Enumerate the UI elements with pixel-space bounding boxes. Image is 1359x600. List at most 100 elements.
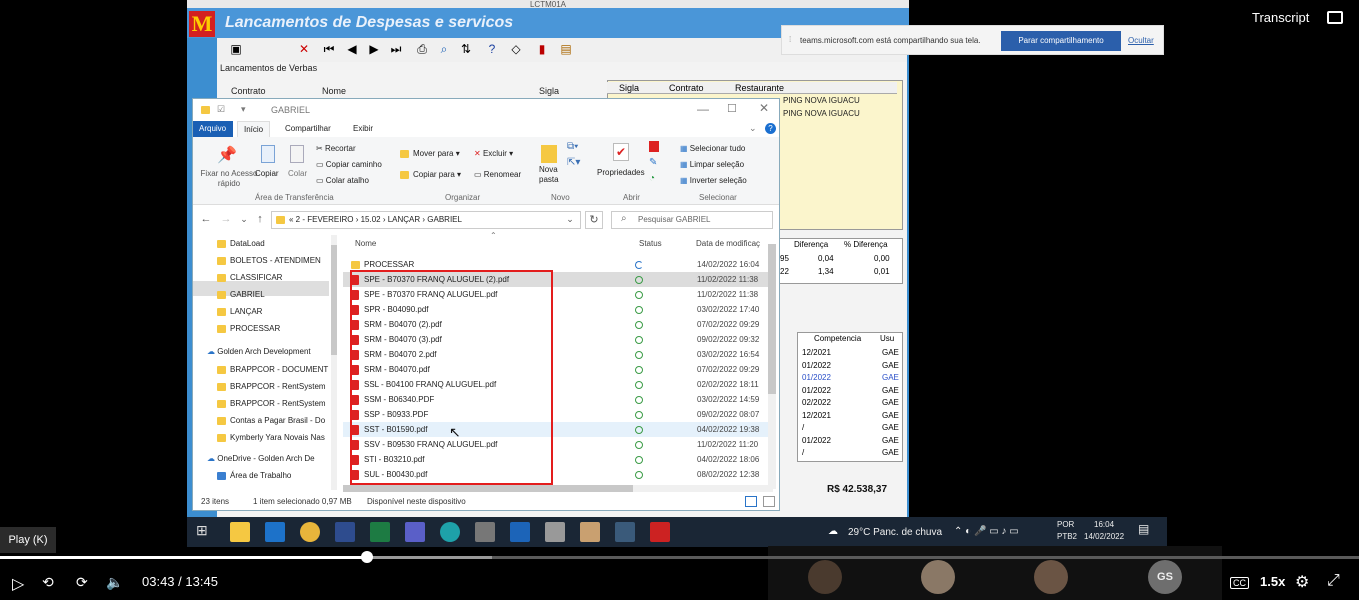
large-icons-view-icon[interactable] — [763, 496, 775, 507]
paste-icon[interactable] — [290, 145, 304, 163]
participant-initials-avatar[interactable]: GS — [1148, 560, 1182, 594]
properties-button[interactable]: Propriedades — [597, 168, 645, 177]
file-list-scrollbar[interactable] — [768, 244, 776, 489]
outlook-icon[interactable] — [510, 522, 530, 542]
prev-record-icon[interactable]: ◀ — [345, 42, 359, 56]
shield-app-icon[interactable] — [335, 522, 355, 542]
easy-access-icon[interactable]: ⇱▾ — [567, 157, 580, 168]
nav-item[interactable]: GABRIEL — [217, 290, 265, 299]
tab-arquivo[interactable]: Arquivo — [193, 121, 233, 137]
cut-button[interactable]: ✂ Recortar — [316, 144, 356, 153]
search-input[interactable]: Pesquisar GABRIEL — [611, 211, 773, 229]
new-item-icon[interactable]: ⧉▾ — [567, 141, 578, 152]
search-icon[interactable]: ⌕ — [437, 42, 451, 56]
history-icon[interactable]: ◔ — [649, 173, 655, 184]
nav-item[interactable]: BRAPPCOR - DOCUMENT — [217, 365, 328, 374]
nav-scrollbar-thumb[interactable] — [331, 245, 337, 355]
file-list-scrollbar-thumb[interactable] — [768, 244, 776, 394]
nav-item[interactable]: Kymberly Yara Novais Nas — [217, 433, 325, 442]
file-list-hscrollbar-thumb[interactable] — [343, 485, 633, 492]
nav-item[interactable]: ☁ OneDrive - Golden Arch De — [207, 454, 315, 463]
nav-item[interactable]: LANÇAR — [217, 307, 262, 316]
playback-speed-button[interactable]: 1.5x — [1260, 574, 1285, 589]
file-list-hscrollbar[interactable] — [343, 485, 773, 492]
internet-explorer-icon[interactable] — [265, 522, 285, 542]
app-icon[interactable] — [580, 522, 600, 542]
print-icon[interactable]: ⎙ — [415, 42, 429, 56]
file-explorer-taskbar-icon[interactable] — [230, 522, 250, 542]
excel-icon[interactable] — [370, 522, 390, 542]
quick-access-icon[interactable]: ☑ — [217, 104, 225, 115]
exit-icon[interactable]: ▮ — [535, 42, 549, 56]
nav-scrollbar[interactable] — [331, 235, 337, 490]
windows-start-icon[interactable]: ⊞ — [196, 522, 208, 539]
nav-item[interactable]: PROCESSAR — [217, 324, 280, 333]
invert-selection-button[interactable]: ▦ Inverter seleção — [680, 176, 747, 185]
closed-captions-icon[interactable]: CC — [1230, 577, 1249, 589]
rewind-10-icon[interactable]: ⟲ — [42, 574, 54, 591]
nav-item[interactable]: Contas a Pagar Brasil - Do — [217, 416, 325, 425]
new-folder-button[interactable]: Nova pasta — [539, 165, 569, 185]
app-icon[interactable] — [475, 522, 495, 542]
app-icon[interactable] — [615, 522, 635, 542]
stop-sharing-button[interactable]: Parar compartilhamento — [1001, 31, 1121, 51]
clock-date[interactable]: 14/02/2022 — [1084, 532, 1124, 541]
rename-button[interactable]: ▭ Renomear — [474, 170, 521, 179]
select-all-button[interactable]: ▦ Selecionar tudo — [680, 144, 745, 153]
expand-ribbon-icon[interactable]: ⌄ — [749, 123, 757, 134]
recent-locations-icon[interactable]: ⌄ — [237, 211, 251, 227]
hide-banner-link[interactable]: Ocultar — [1128, 36, 1154, 45]
open-pdf-icon[interactable] — [649, 141, 659, 152]
help-icon[interactable]: ? — [485, 42, 499, 56]
weather-info[interactable]: 29°C Panc. de chuva — [848, 527, 942, 538]
delete-button[interactable]: ✕ Excluir ▾ — [474, 149, 513, 158]
next-record-icon[interactable]: ▶ — [367, 42, 381, 56]
report-icon[interactable]: ▤ — [559, 42, 573, 56]
details-view-icon[interactable] — [745, 496, 757, 507]
address-bar[interactable]: « 2 - FEVEREIRO › 15.02 › LANÇAR › GABRI… — [271, 211, 581, 229]
edge-icon[interactable] — [440, 522, 460, 542]
paste-button[interactable]: Colar — [288, 169, 307, 178]
participant-avatar[interactable] — [1034, 560, 1068, 594]
copy-to-button[interactable]: Copiar para ▾ — [400, 170, 461, 179]
forward-arrow-icon[interactable]: → — [219, 211, 233, 227]
weather-icon[interactable]: ☁ — [828, 526, 838, 537]
volume-icon[interactable]: 🔈 — [106, 574, 123, 591]
edit-icon[interactable]: ✎ — [649, 157, 657, 168]
notifications-icon[interactable]: ▤ — [1138, 522, 1149, 536]
pin-quick-access-button[interactable]: Fixar no Acesso rápido — [199, 169, 259, 189]
back-arrow-icon[interactable]: ← — [199, 211, 213, 227]
participant-avatar[interactable] — [808, 560, 842, 594]
paste-shortcut-button[interactable]: ▭ Colar atalho — [316, 176, 369, 185]
teams-icon[interactable] — [405, 522, 425, 542]
pin-icon[interactable]: 📌 — [217, 145, 237, 165]
progress-scrubber-handle[interactable] — [361, 551, 373, 563]
copy-icon[interactable] — [261, 145, 275, 163]
fullscreen-icon[interactable]: ⤢ — [1327, 572, 1340, 590]
nav-item[interactable]: DataLoad — [217, 239, 265, 248]
close-icon[interactable]: ✕ — [759, 101, 769, 115]
copy-path-button[interactable]: ▭ Copiar caminho — [316, 160, 382, 169]
nav-item[interactable]: CLASSIFICAR — [217, 273, 282, 282]
move-to-button[interactable]: Mover para ▾ — [400, 149, 460, 158]
forward-10-icon[interactable]: ⟳ — [76, 574, 88, 591]
maximize-icon[interactable]: ☐ — [727, 102, 737, 115]
transcript-button[interactable]: Transcript — [1252, 10, 1309, 25]
minimize-icon[interactable]: — — [697, 102, 709, 116]
tab-exibir[interactable]: Exibir — [347, 121, 379, 137]
language-indicator[interactable]: POR — [1057, 520, 1074, 529]
grid-row-restaurant[interactable]: PING NOVA IGUACU — [783, 109, 860, 118]
up-arrow-icon[interactable]: ↑ — [253, 211, 267, 227]
acrobat-icon[interactable] — [650, 522, 670, 542]
sort-icon[interactable]: ⇅ — [459, 42, 473, 56]
chrome-icon[interactable] — [300, 522, 320, 542]
breadcrumb-item[interactable]: 2 - FEVEREIRO — [296, 215, 354, 224]
breadcrumb-item[interactable]: GABRIEL — [427, 215, 462, 224]
address-dropdown-icon[interactable]: ⌄ — [563, 211, 577, 227]
delete-icon[interactable]: ✕ — [297, 42, 311, 56]
breadcrumb-item[interactable]: LANÇAR — [388, 215, 420, 224]
refresh-icon[interactable]: ↻ — [585, 211, 603, 229]
column-name[interactable]: Nome — [355, 239, 376, 248]
save-icon[interactable]: ▣ — [229, 42, 243, 56]
first-record-icon[interactable]: ⏮ — [322, 42, 336, 56]
